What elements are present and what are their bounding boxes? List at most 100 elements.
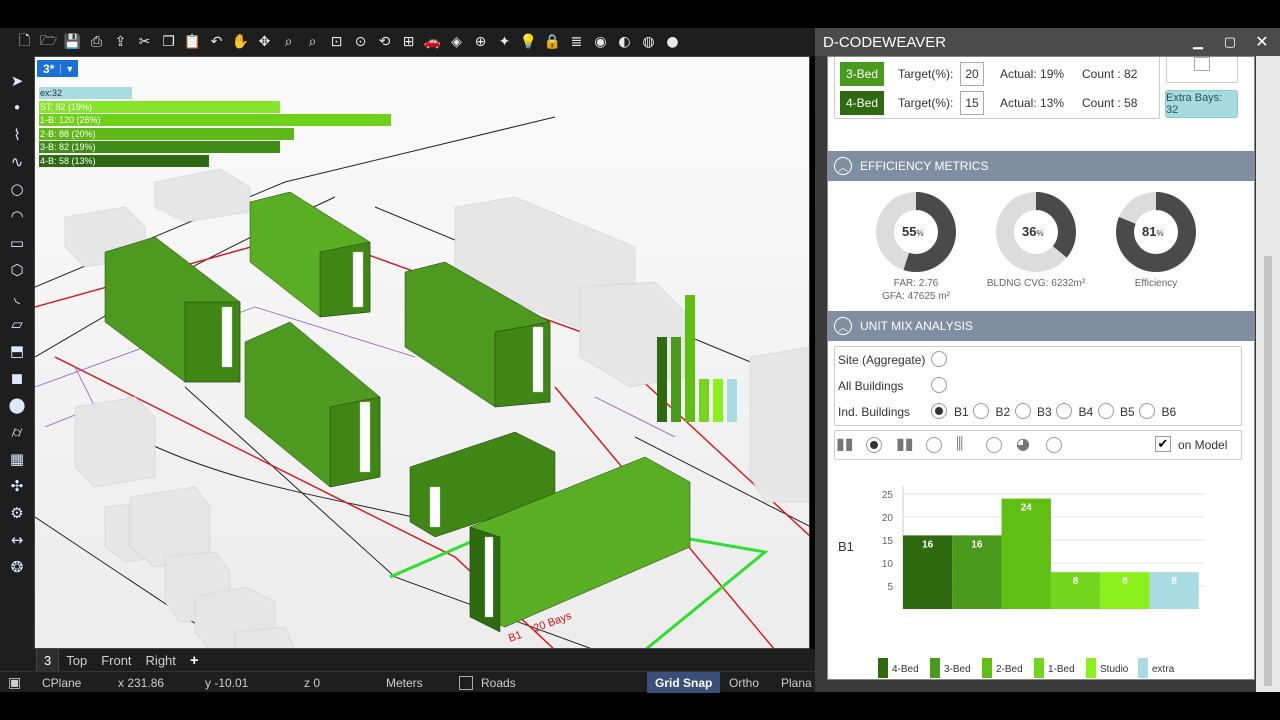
close-icon[interactable]: ✕ [1247, 28, 1277, 56]
scrollbar-thumb[interactable] [1264, 256, 1272, 686]
line-bar-icon[interactable]: ▮▮ [896, 434, 914, 453]
box-plot-icon[interactable]: ⫼ [956, 434, 963, 454]
osnap-icon[interactable]: ✦ [494, 32, 515, 53]
cplane-icon[interactable]: ⊕ [470, 32, 491, 53]
chart-type-radio[interactable] [866, 437, 882, 453]
car-icon[interactable]: 🚗 [422, 32, 443, 53]
new-file-icon[interactable]: 🗋 [14, 32, 35, 53]
perspective-viewport[interactable]: 20 Bays B1 3* ▼ ex:32 ST: 82 (19%) 1-B: 12… [34, 56, 810, 649]
open-folder-icon[interactable]: 🗁 [38, 32, 59, 53]
ind-buildings-radio[interactable] [931, 403, 947, 419]
cut-icon[interactable]: ✂ [134, 32, 155, 53]
grid-snap-toggle[interactable]: Grid Snap [647, 672, 721, 693]
circle-icon[interactable]: ○ [5, 178, 29, 200]
panel-toggle-icon[interactable]: ▣ [8, 672, 21, 693]
zoom-extents-icon[interactable]: ⊡ [326, 32, 347, 53]
mesh-icon[interactable]: ▦ [5, 448, 29, 470]
chart-type-radio[interactable] [926, 437, 942, 453]
save-icon[interactable]: 💾 [62, 32, 83, 53]
rotate-camera-icon[interactable]: ⟲ [374, 32, 395, 53]
material-icon[interactable]: ◍ [638, 32, 659, 53]
tab-top[interactable]: Top [59, 649, 94, 671]
select-arrow-icon[interactable]: ➤ [5, 70, 29, 92]
unitmix-section-header[interactable]: ︿ UNIT MIX ANALYSIS [828, 311, 1254, 341]
polygon-icon[interactable]: ⬡ [5, 259, 29, 281]
curve-icon[interactable]: ∿ [5, 151, 29, 173]
zoom-icon[interactable]: ⌕ [278, 32, 299, 53]
bar-chart-icon[interactable]: ▮▮ [836, 434, 854, 453]
status-roads-layer[interactable]: Roads [459, 672, 516, 693]
building-radio-b3[interactable] [1014, 403, 1031, 419]
four-viewports-icon[interactable]: ⊞ [398, 32, 419, 53]
layer-icon[interactable]: ≣ [566, 32, 587, 53]
polyline-icon[interactable]: ⌇ [5, 124, 29, 146]
lock-icon[interactable]: 🔒 [542, 32, 563, 53]
color-wheel-icon[interactable]: ◉ [590, 32, 611, 53]
target-input[interactable]: 20 [960, 62, 984, 86]
building-radio-b2[interactable] [973, 403, 989, 419]
collapse-chevron-icon[interactable]: ︿ [834, 157, 852, 175]
surface-icon[interactable]: ▱ [5, 313, 29, 335]
status-cplane[interactable]: CPlane [42, 672, 81, 693]
import-icon[interactable]: ⇪ [110, 32, 131, 53]
all-buildings-radio[interactable] [931, 377, 947, 393]
efficiency-section-header[interactable]: ︿ EFFICIENCY METRICS [828, 151, 1254, 181]
sphere-icon[interactable]: ● [662, 32, 683, 53]
box-solid-icon[interactable]: ◼ [5, 367, 29, 389]
tab-right[interactable]: Right [139, 649, 183, 671]
named-views-icon[interactable]: ◈ [446, 32, 467, 53]
chart-type-radio[interactable] [1046, 437, 1062, 453]
add-viewport-tab-button[interactable]: + [183, 649, 206, 671]
zoom-window-icon[interactable]: ⌕ [302, 32, 323, 53]
tab-3[interactable]: 3 [36, 649, 60, 671]
y-tick-label: 15 [882, 536, 894, 547]
copy-icon[interactable]: ❐ [158, 32, 179, 53]
render-icon[interactable]: ◐ [614, 32, 635, 53]
rectangle-icon[interactable]: ▭ [5, 232, 29, 254]
viewport-tabs: 3 Top Front Right + [0, 649, 815, 671]
light-bulb-icon[interactable]: 💡 [518, 32, 539, 53]
on-model-checkbox[interactable]: ✔ [1155, 436, 1171, 452]
unit-type-swatch: 3-Bed [840, 62, 884, 86]
planar-toggle[interactable]: Plana [781, 672, 812, 693]
undo-icon[interactable]: ↶ [206, 32, 227, 53]
print-icon[interactable]: ⎙ [86, 32, 107, 53]
viewport-menu-chevron-icon[interactable]: ▼ [60, 63, 78, 74]
analyze-icon[interactable]: ⚙ [5, 502, 29, 524]
transform-icon[interactable]: ✣ [5, 475, 29, 497]
pie-chart-icon[interactable]: ◕ [1016, 434, 1030, 453]
maximize-icon[interactable]: ▢ [1215, 28, 1245, 56]
building-radio-b5[interactable] [1097, 403, 1114, 419]
actual-value: Actual: 19% [1000, 67, 1065, 81]
fillet-icon[interactable]: ◟ [5, 286, 29, 308]
sphere-solid-icon[interactable]: ⬤ [5, 394, 29, 416]
panel-scrollbar[interactable] [1256, 56, 1280, 692]
cylinder-icon[interactable]: ⌭ [5, 421, 29, 443]
roads-checkbox[interactable] [459, 675, 473, 690]
pan-hand-icon[interactable]: ✋ [230, 32, 251, 53]
tab-front[interactable]: Front [94, 649, 138, 671]
extra-bays-button[interactable]: Extra Bays: 32 [1165, 90, 1238, 118]
chart-label: B1 [838, 539, 854, 554]
chart-type-radio[interactable] [986, 437, 1002, 453]
site-aggregate-radio[interactable] [931, 351, 947, 367]
render-tool-icon[interactable]: ❂ [5, 556, 29, 578]
collapse-chevron-icon[interactable]: ︿ [834, 317, 852, 335]
dimension-icon[interactable]: ↔ [5, 529, 29, 551]
extra-bays-checkbox[interactable] [1194, 57, 1210, 71]
extrude-icon[interactable]: ⬒ [5, 340, 29, 362]
donut-caption: FAR: 2.76 GFA: 47625 m² [882, 278, 950, 302]
donut-caption: Efficiency [1134, 278, 1178, 289]
target-input[interactable]: 15 [960, 91, 984, 115]
building-radio-b6[interactable] [1139, 403, 1155, 419]
rotate-view-icon[interactable]: ✥ [254, 32, 275, 53]
building-radio-b4[interactable] [1056, 403, 1072, 419]
status-units[interactable]: Meters [386, 672, 423, 693]
zoom-selected-icon[interactable]: ⊙ [350, 32, 371, 53]
paste-icon[interactable]: 📋 [182, 32, 203, 53]
viewport-tag[interactable]: 3* ▼ [37, 60, 79, 77]
arc-icon[interactable]: ◠ [5, 205, 29, 227]
minimize-icon[interactable]: ▁ [1183, 28, 1213, 56]
point-icon[interactable]: • [5, 97, 29, 119]
ortho-toggle[interactable]: Ortho [729, 672, 759, 693]
